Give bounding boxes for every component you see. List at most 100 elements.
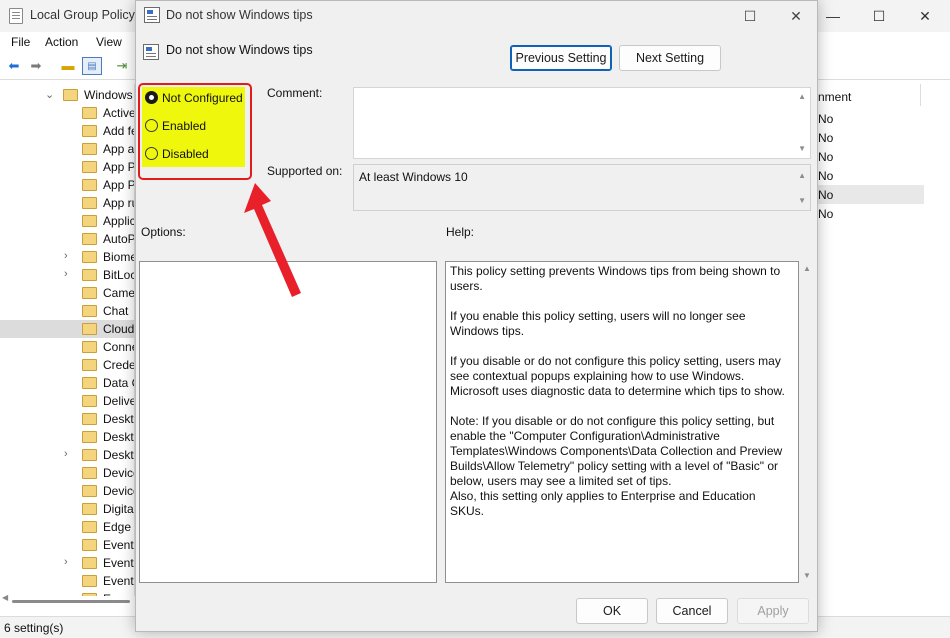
supported-on-value: At least Windows 10 — [359, 170, 468, 184]
tree-item-root[interactable]: ⌄ Windows — [0, 86, 134, 104]
tree-item[interactable]: Event — [0, 572, 134, 590]
tree-item[interactable]: Chat — [0, 302, 134, 320]
tree-item[interactable]: Event — [0, 536, 134, 554]
tree-item[interactable]: Applic — [0, 212, 135, 230]
chevron-down-icon[interactable]: ⌄ — [45, 88, 54, 101]
radio-circle[interactable] — [145, 119, 158, 132]
chevron-right-icon[interactable]: › — [64, 556, 68, 568]
tree-item[interactable]: Cloud — [0, 320, 134, 338]
tree-item[interactable]: Deskto — [0, 428, 134, 446]
gpedit-close-button[interactable]: ✕ — [910, 6, 940, 26]
folder-icon — [82, 377, 97, 389]
scroll-down-icon[interactable]: ▼ — [798, 144, 806, 153]
dialog-close-button[interactable]: ✕ — [781, 6, 811, 26]
options-panel — [139, 261, 437, 583]
chevron-right-icon[interactable]: › — [64, 268, 68, 280]
radio-circle[interactable] — [145, 147, 158, 160]
tree-item-label: Event — [103, 538, 134, 552]
scroll-up-icon[interactable]: ▲ — [798, 171, 806, 180]
tree-item[interactable]: AutoP — [0, 230, 134, 248]
tree-item[interactable]: Conne — [0, 338, 134, 356]
scroll-left-icon[interactable]: ◀ — [2, 593, 8, 602]
folder-icon — [82, 179, 97, 191]
list-item[interactable]: No — [818, 109, 924, 128]
tree-item[interactable]: App a — [0, 140, 134, 158]
folder-icon — [82, 521, 97, 533]
folder-icon — [82, 539, 97, 551]
tree-item[interactable]: Delive — [0, 392, 135, 410]
chevron-right-icon[interactable]: › — [64, 448, 68, 460]
tree-item[interactable]: › Biome — [0, 248, 134, 266]
folder-icon — [82, 323, 97, 335]
folder-icon — [82, 233, 97, 245]
show-hide-tree-icon[interactable]: ▤ — [82, 57, 102, 75]
tree-item[interactable]: App P — [0, 176, 135, 194]
tree-item-label: Device — [103, 466, 134, 480]
folder-icon — [82, 215, 97, 227]
tree-item-label: Device — [103, 484, 134, 498]
list-item[interactable]: No — [818, 166, 924, 185]
tree-item[interactable]: Digita — [0, 500, 134, 518]
tree-item-label: Applic — [103, 214, 135, 228]
radio-label-not-configured[interactable]: Not Configured — [162, 91, 243, 105]
help-panel[interactable]: This policy setting prevents Windows tip… — [445, 261, 799, 583]
list-item[interactable]: No — [818, 147, 924, 166]
tree-item-label: Delive — [103, 394, 135, 408]
tree-horizontal-scrollbar[interactable]: ◀ — [0, 593, 135, 606]
up-folder-icon[interactable]: ▬ — [58, 57, 78, 75]
tree-item-label: Edge U — [103, 520, 134, 534]
tree-item-label: BitLoc — [103, 268, 135, 282]
tree-item[interactable]: Edge U — [0, 518, 134, 536]
comment-textarea[interactable]: ▲ ▼ — [353, 87, 811, 159]
tree-item[interactable]: Device — [0, 464, 134, 482]
menu-view[interactable]: View — [96, 35, 122, 49]
next-setting-button[interactable]: Next Setting — [619, 45, 721, 71]
tree-item-label: App P — [103, 178, 135, 192]
tree-item[interactable]: Add fe — [0, 122, 134, 140]
menu-file[interactable]: File — [11, 35, 30, 49]
tree-item[interactable]: Device — [0, 482, 134, 500]
previous-setting-button[interactable]: Previous Setting — [510, 45, 612, 71]
tree-item[interactable]: App P — [0, 158, 134, 176]
radio-circle-checked[interactable] — [145, 91, 158, 104]
help-scroll-up-icon[interactable]: ▲ — [803, 264, 811, 273]
back-arrow-icon[interactable]: ⬅ — [4, 57, 24, 75]
help-paragraph: If you disable or do not configure this … — [450, 354, 785, 398]
dialog-titlebar: Do not show Windows tips ☐ ✕ — [136, 1, 817, 31]
export-list-icon[interactable]: ⇥ — [112, 57, 132, 75]
tree-item[interactable]: › Deskto — [0, 446, 134, 464]
tree-item-label: Deskto — [103, 448, 134, 462]
tree-item[interactable]: App ru — [0, 194, 134, 212]
tree-item[interactable]: › Event — [0, 554, 134, 572]
list-item[interactable]: No — [818, 128, 924, 147]
help-text: This policy setting prevents Windows tip… — [450, 264, 792, 534]
menu-action[interactable]: Action — [45, 35, 78, 49]
forward-arrow-icon[interactable]: ➡ — [26, 57, 46, 75]
tree-item[interactable]: Data C — [0, 374, 134, 392]
help-scroll-down-icon[interactable]: ▼ — [803, 571, 811, 580]
list-item[interactable]: No — [818, 185, 924, 204]
folder-icon — [82, 557, 97, 569]
scroll-up-icon[interactable]: ▲ — [798, 92, 806, 101]
tree-item[interactable]: Active — [0, 104, 134, 122]
policy-tree[interactable]: ⌄ Windows Active Add fe App a App P App P App r… — [0, 84, 135, 596]
tree-item[interactable]: › BitLoc — [0, 266, 135, 284]
scroll-thumb[interactable] — [12, 600, 130, 603]
dialog-title: Do not show Windows tips — [166, 8, 313, 22]
gpedit-minimize-button[interactable]: — — [818, 6, 848, 26]
chevron-right-icon[interactable]: › — [64, 250, 68, 262]
radio-label-disabled[interactable]: Disabled — [162, 147, 209, 161]
list-item[interactable]: No — [818, 204, 924, 223]
column-divider[interactable] — [920, 84, 921, 106]
gpedit-maximize-button[interactable]: ☐ — [864, 6, 894, 26]
tree-item[interactable]: Deskto — [0, 410, 134, 428]
tree-item[interactable]: Came — [0, 284, 134, 302]
scroll-down-icon[interactable]: ▼ — [798, 196, 806, 205]
tree-item[interactable]: Crede — [0, 356, 134, 374]
ok-button[interactable]: OK — [576, 598, 648, 624]
cancel-button[interactable]: Cancel — [656, 598, 728, 624]
status-text: 6 setting(s) — [4, 621, 64, 635]
radio-label-enabled[interactable]: Enabled — [162, 119, 206, 133]
column-header-comment[interactable]: nment — [818, 90, 851, 104]
dialog-maximize-button[interactable]: ☐ — [735, 6, 765, 26]
